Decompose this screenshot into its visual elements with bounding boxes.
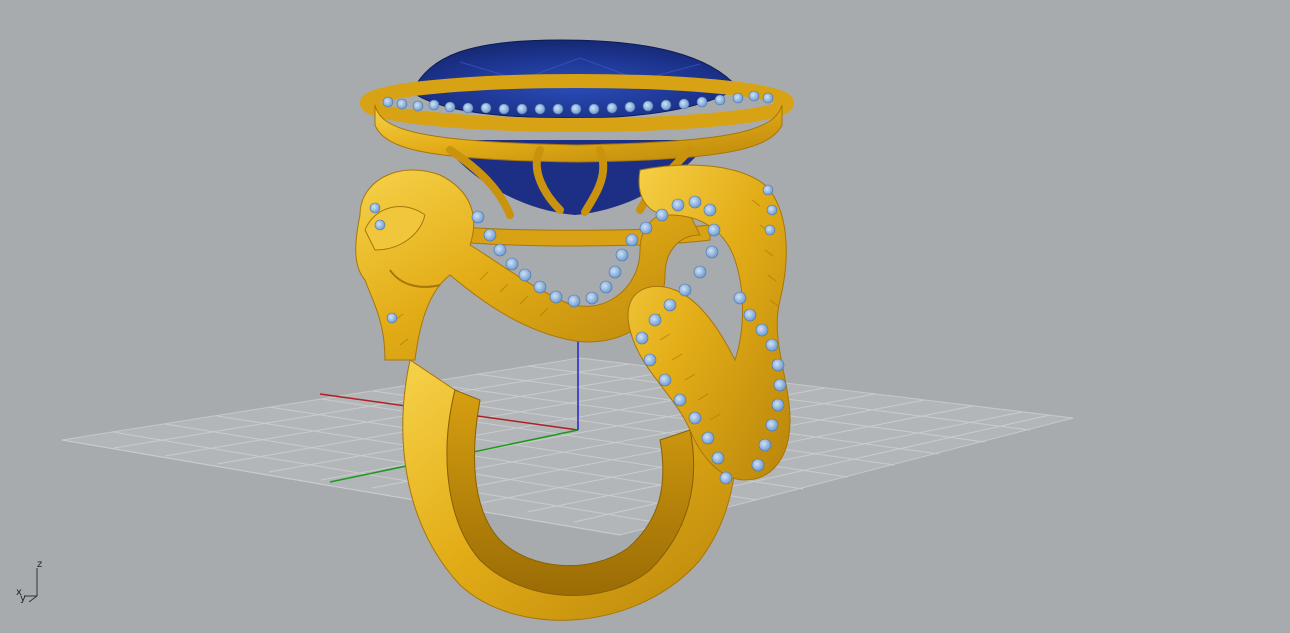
axis-gizmo: z x y (10, 556, 50, 606)
y-axis-label: y (20, 593, 26, 604)
construction-grid (61, 357, 1074, 536)
perspective-viewport[interactable]: z x y (0, 0, 1290, 633)
z-axis-label: z (37, 559, 43, 570)
axis-gizmo-lines (24, 568, 38, 603)
grid-plane (61, 357, 1074, 536)
dragon-ring-model (355, 39, 794, 621)
viewport-scene[interactable] (0, 0, 1290, 633)
